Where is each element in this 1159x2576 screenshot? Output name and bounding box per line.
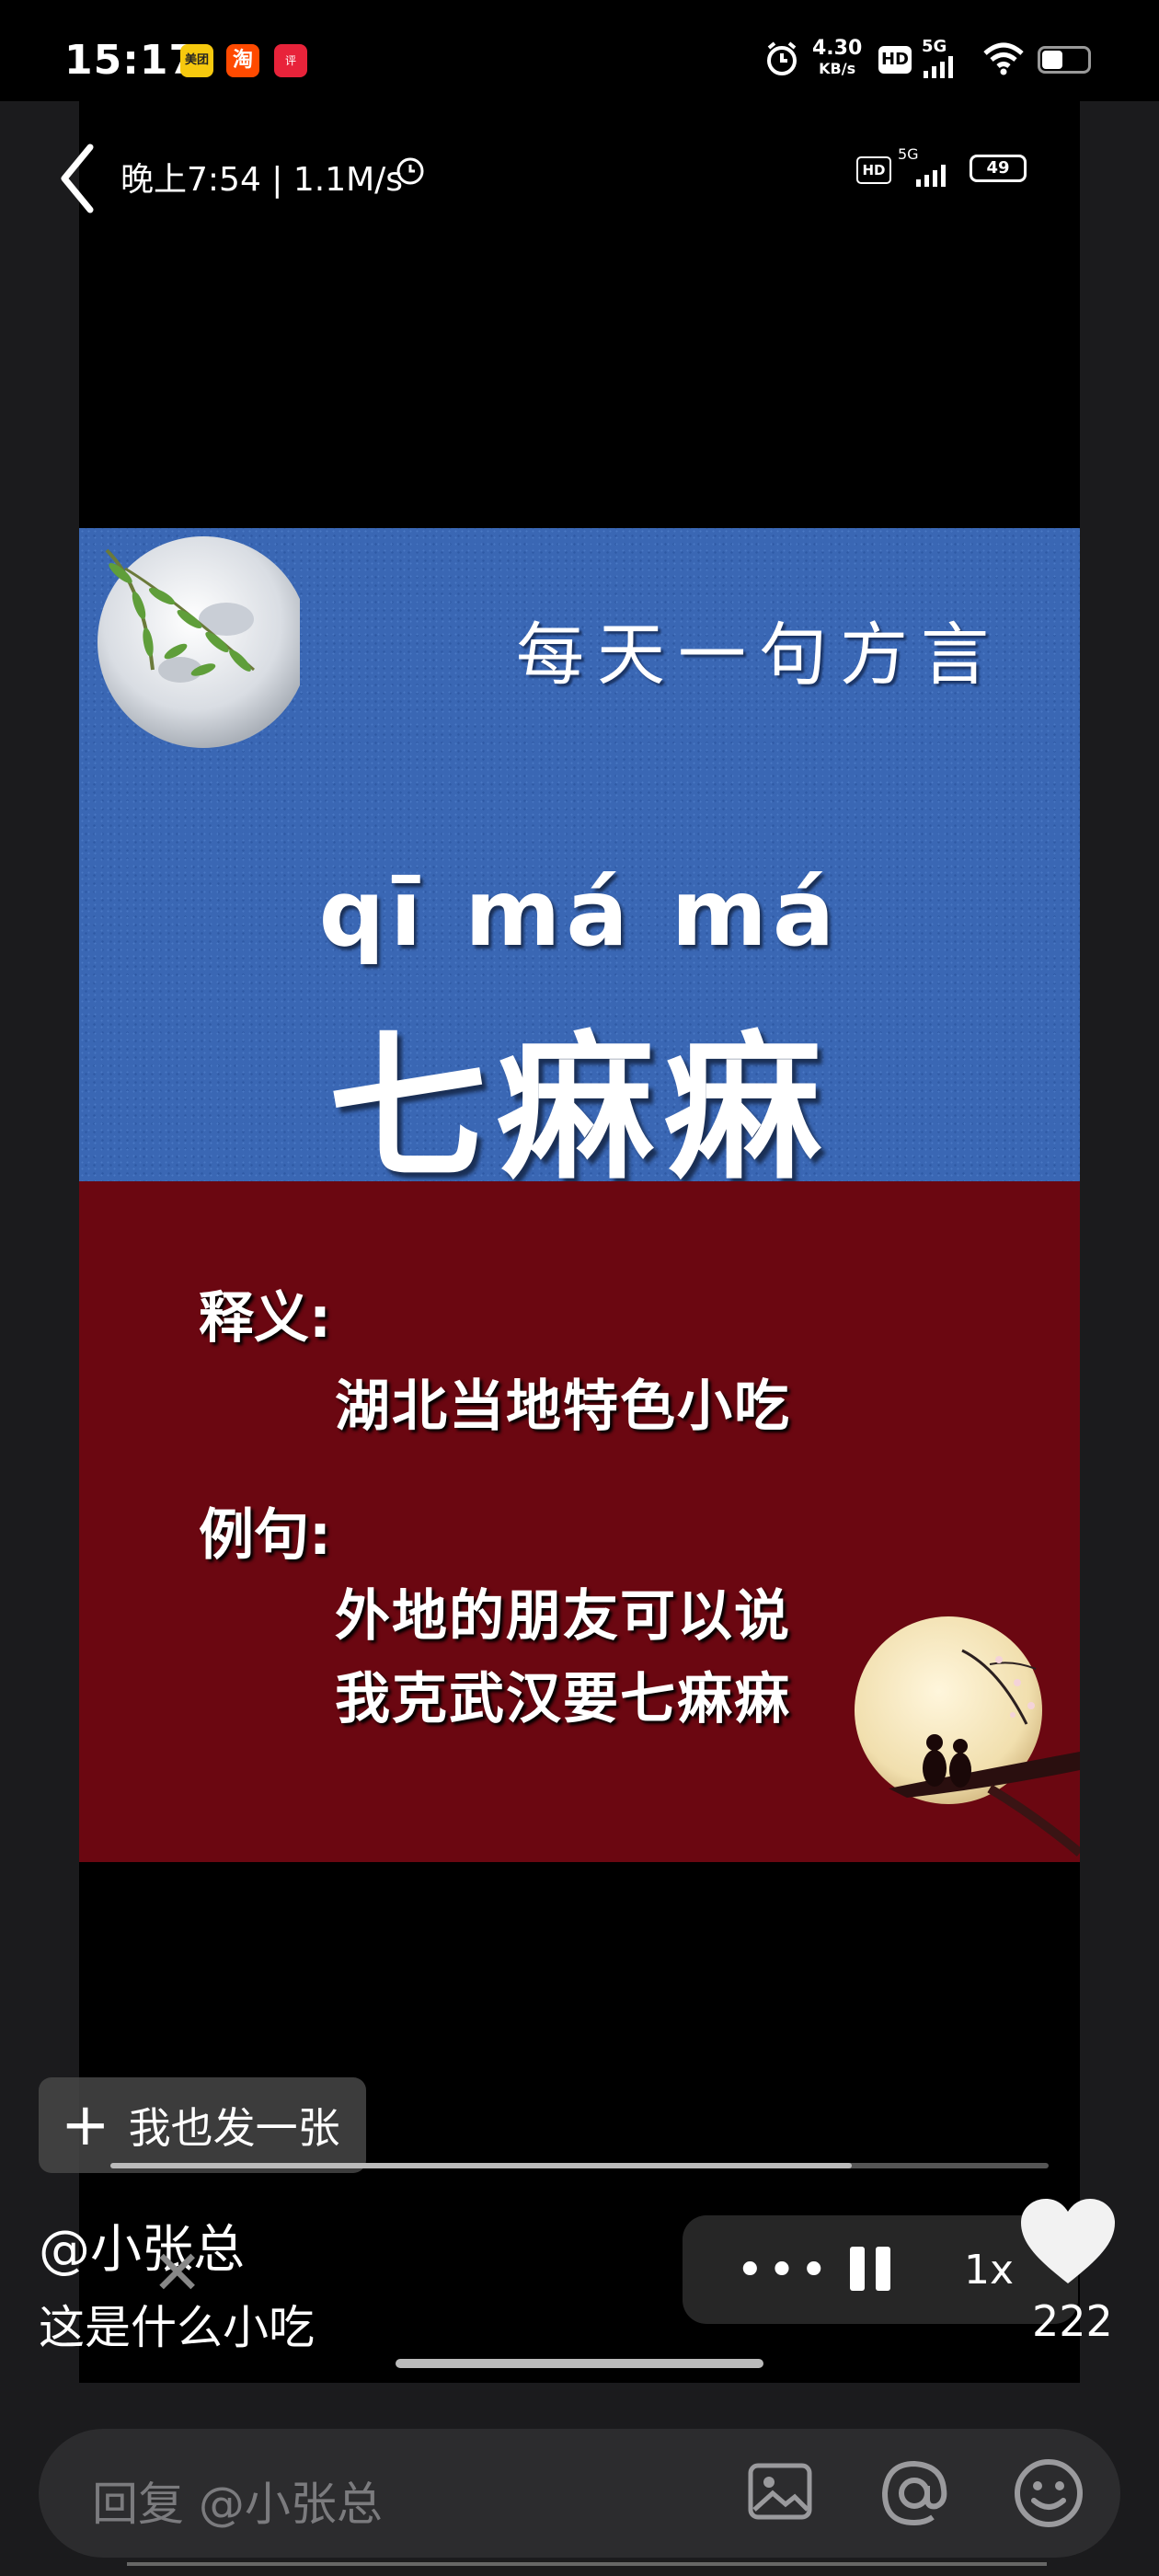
net-type: 5G (922, 37, 947, 56)
more-icon[interactable]: ••• (736, 2243, 832, 2298)
post-too-label: 我也发一张 (128, 2103, 340, 2153)
meaning-label: 释义: (199, 1286, 331, 1351)
reply-placeholder: 回复 @小张总 (92, 2478, 383, 2531)
like-count: 222 (1032, 2296, 1113, 2346)
inner-time-speed: 晚上7:54 | 1.1M/s (120, 161, 404, 199)
moon-willow-illustration (98, 536, 300, 748)
post-image[interactable]: 晚上7:54 | 1.1M/s HD 5G 49 每天一句方言 qī má má… (79, 101, 1080, 2383)
meituan-icon: 美团 (180, 44, 213, 77)
battery-icon (1038, 46, 1091, 74)
left-margin (0, 101, 79, 2383)
inner-alarm-icon (396, 157, 424, 185)
title-panel: 每天一句方言 qī má má 七痳痳 (79, 528, 1080, 1201)
right-margin (1080, 101, 1159, 2383)
speed-button[interactable]: 1x (964, 2247, 1014, 2294)
taobao-icon: 淘 (226, 44, 259, 77)
post-too-button[interactable]: + 我也发一张 (39, 2077, 366, 2173)
signal-icon: 5G (922, 37, 955, 82)
inner-hd-icon: HD (856, 156, 891, 184)
author-name[interactable]: @小张总 (39, 2208, 245, 2283)
bottom-divider (127, 2562, 1047, 2566)
inner-signal-icon: 5G (898, 145, 953, 190)
video-progress-fill (110, 2163, 852, 2168)
emoji-icon[interactable] (1012, 2456, 1085, 2530)
net-speed-unit: KB/s (819, 60, 856, 77)
meaning-panel: 释义: 湖北当地特色小吃 例句: 外地的朋友可以说 我克武汉要七痳痳 (79, 1181, 1080, 1862)
slogan: 每天一句方言 (516, 615, 1002, 695)
dialect-word: 七痳痳 (328, 1016, 831, 1201)
signal-bars-icon (924, 56, 953, 78)
example-line-1: 外地的朋友可以说 (335, 1584, 791, 1649)
moon-couple-illustration (855, 1616, 1080, 1857)
net-speed: 4.30 KB/s (812, 39, 862, 79)
example-label: 例句: (199, 1503, 331, 1568)
gesture-bar (396, 2359, 763, 2368)
dianping-icon: 评 (274, 44, 307, 77)
meaning-text: 湖北当地特色小吃 (335, 1374, 791, 1439)
example-line-2: 我克武汉要七痳痳 (335, 1667, 791, 1731)
status-time: 15:17 (64, 37, 199, 84)
hd-icon: HD (878, 46, 912, 74)
inner-signal-bars-icon (916, 165, 946, 187)
reply-input[interactable]: 回复 @小张总 (39, 2429, 1120, 2558)
status-bar: 15:17 美团 淘 评 4.30 KB/s HD 5G (0, 0, 1159, 101)
net-speed-value: 4.30 (812, 37, 863, 60)
mention-icon[interactable] (878, 2456, 951, 2530)
pinyin: qī má má (318, 859, 841, 967)
pause-icon[interactable] (846, 2243, 894, 2294)
image-icon[interactable] (745, 2456, 815, 2526)
inner-status-area: 晚上7:54 | 1.1M/s HD 5G 49 (79, 101, 1080, 528)
plus-icon: + (61, 2091, 110, 2159)
close-icon[interactable]: ✕ (152, 2237, 202, 2308)
inner-battery-icon: 49 (970, 155, 1027, 182)
like-icon[interactable] (1019, 2197, 1117, 2287)
video-progress[interactable] (110, 2163, 1049, 2168)
inner-net-type: 5G (898, 145, 919, 163)
wifi-icon (983, 42, 1024, 75)
alarm-icon (767, 41, 797, 75)
back-icon[interactable] (59, 144, 96, 213)
